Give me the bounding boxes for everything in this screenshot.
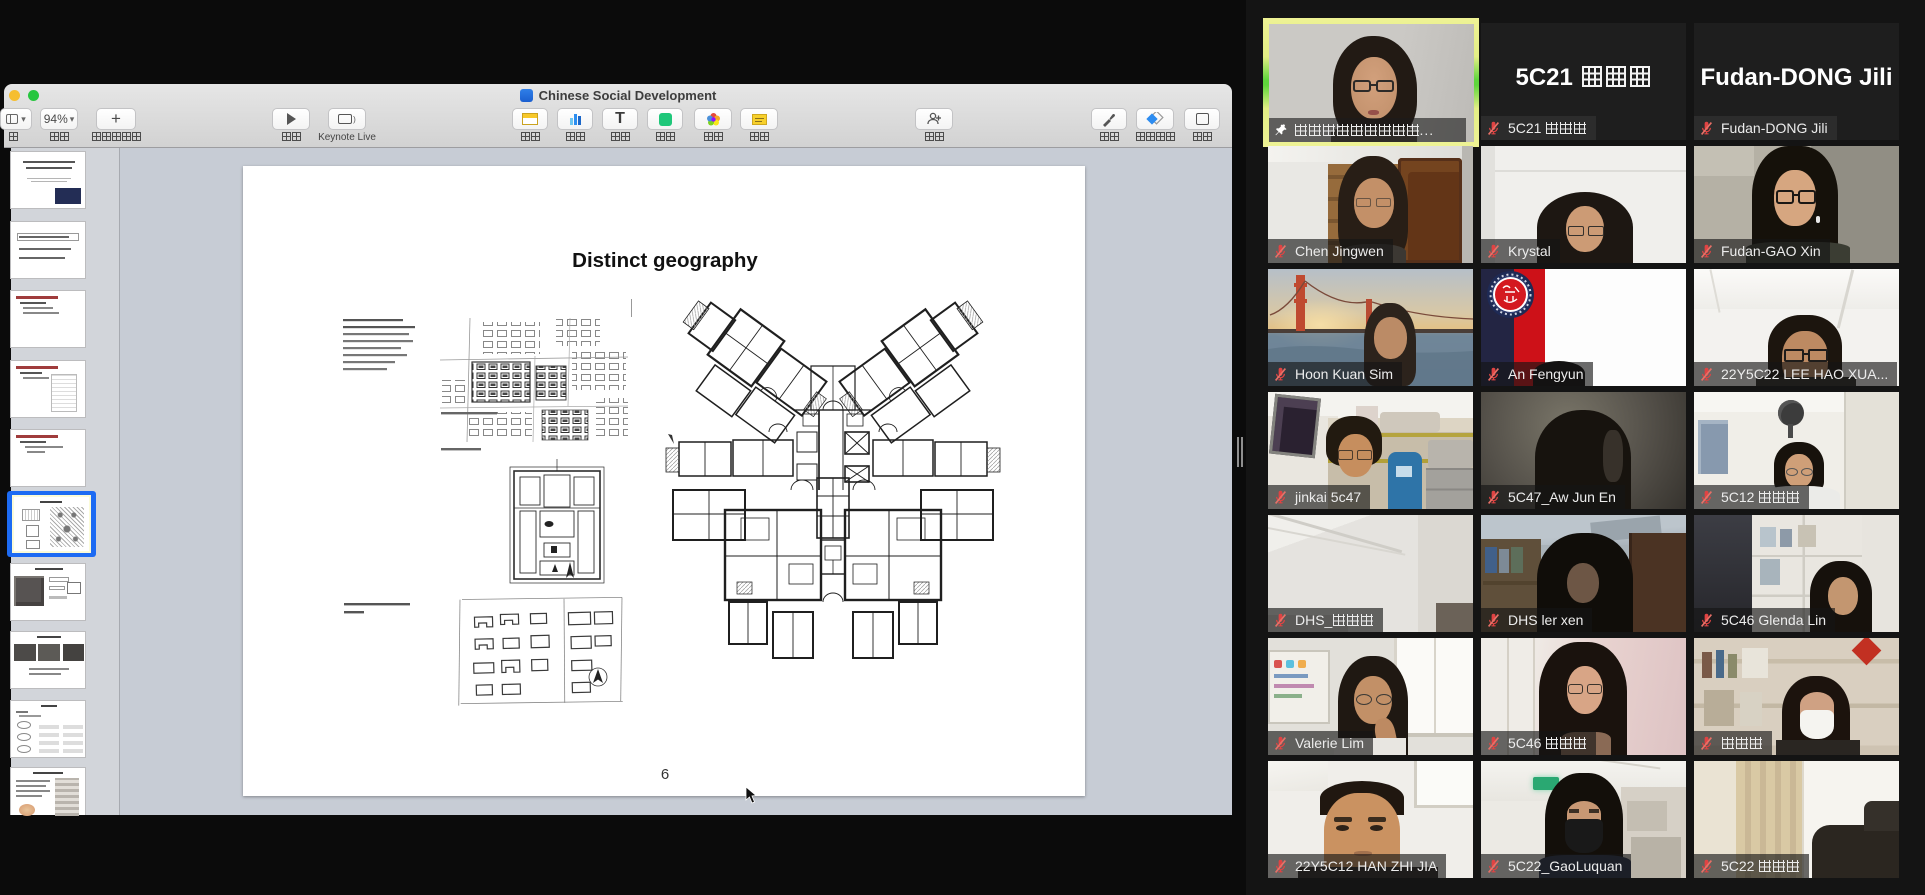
svg-text:Distinct geography: Distinct geography xyxy=(572,249,758,272)
svg-text:6: 6 xyxy=(661,766,669,783)
